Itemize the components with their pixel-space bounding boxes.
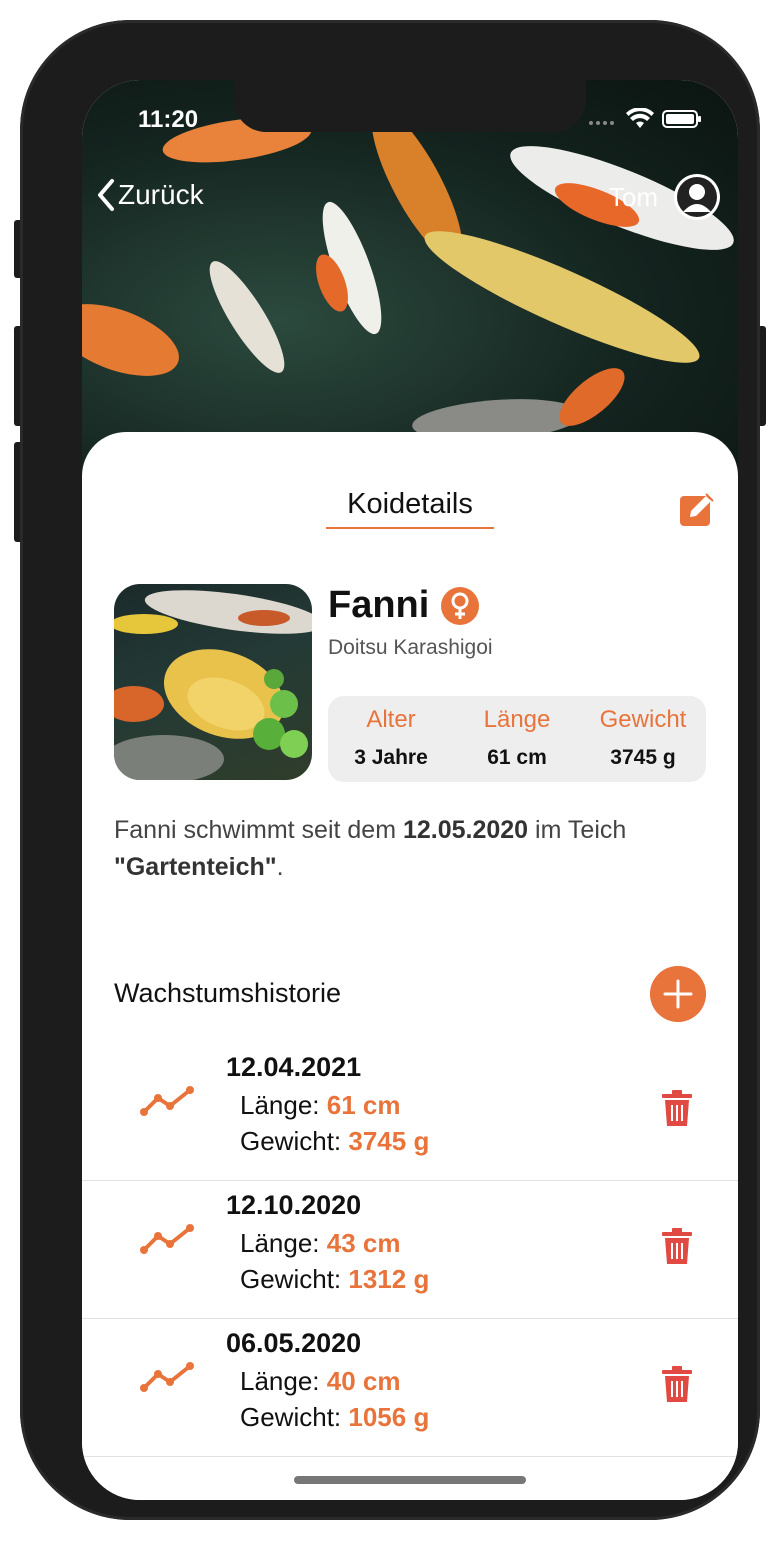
back-label: Zurück <box>118 179 204 210</box>
desc-quote: " <box>114 853 126 881</box>
weight-value: 3745 g <box>348 1126 430 1156</box>
weight-label: Gewicht: <box>240 1126 349 1156</box>
phone-frame: 11:20 Zurück Tom Koidetails Fanni Doitsu… <box>20 20 760 1520</box>
wifi-icon <box>626 108 654 128</box>
stat-value: 3 Jahre <box>354 746 428 769</box>
length-label: Länge: <box>240 1228 327 1258</box>
koi-name: Fanni <box>328 584 430 626</box>
details-card: Koidetails Fanni Doitsu Karashigoi Alter… <box>82 432 738 1500</box>
entry-weight: Gewicht: 1312 g <box>240 1264 429 1295</box>
weight-value: 1312 g <box>348 1264 430 1294</box>
status-time: 11:20 <box>138 106 199 133</box>
desc-date: 12.05.2020 <box>402 816 529 844</box>
add-entry-button[interactable] <box>650 966 706 1022</box>
length-label: Länge: <box>240 1090 327 1120</box>
stat-label: Alter <box>366 706 416 733</box>
trash-icon[interactable] <box>658 1364 696 1404</box>
history-entry[interactable]: 12.04.2021 Länge: 61 cm Gewicht: 3745 g <box>82 1042 738 1181</box>
entry-length: Länge: 43 cm <box>240 1228 400 1259</box>
weight-label: Gewicht: <box>240 1264 349 1294</box>
trash-icon[interactable] <box>658 1088 696 1128</box>
stat-value: 3745 g <box>610 746 676 769</box>
entry-date: 12.10.2020 <box>226 1190 362 1220</box>
battery-icon <box>662 110 701 128</box>
weight-value: 1056 g <box>348 1402 430 1432</box>
entry-length: Länge: 61 cm <box>240 1090 400 1121</box>
stat-label: Gewicht <box>599 706 687 733</box>
signal-icon <box>589 121 614 125</box>
koi-description: Fanni schwimmt seit dem 12.05.2020 im Te… <box>114 812 714 886</box>
entry-weight: Gewicht: 3745 g <box>240 1126 429 1157</box>
stat-value: 61 cm <box>487 746 547 769</box>
home-indicator[interactable] <box>294 1476 526 1484</box>
stat-length: Länge 61 cm <box>454 696 580 782</box>
header-koi-photo: 11:20 Zurück Tom <box>82 80 738 480</box>
stat-weight: Gewicht 3745 g <box>580 696 706 782</box>
koi-variety: Doitsu Karashigoi <box>328 636 493 659</box>
trash-icon[interactable] <box>658 1226 696 1266</box>
desc-pond: Gartenteich <box>125 853 265 881</box>
history-title: Wachstumshistorie <box>114 978 342 1008</box>
stat-label: Länge <box>483 706 551 733</box>
length-label: Länge: <box>240 1366 327 1396</box>
history-entry[interactable]: 12.10.2020 Länge: 43 cm Gewicht: 1312 g <box>82 1180 738 1319</box>
koi-photo <box>114 584 312 780</box>
user-profile-button[interactable]: Tom <box>609 172 722 222</box>
length-value: 40 cm <box>326 1366 401 1396</box>
growth-chart-icon <box>140 1224 194 1254</box>
page-title: Koidetails <box>326 488 494 529</box>
history-entry[interactable]: 06.05.2020 Länge: 40 cm Gewicht: 1056 g <box>82 1318 738 1457</box>
back-button[interactable]: Zurück <box>96 178 204 212</box>
desc-text: Fanni schwimmt seit dem <box>114 816 403 844</box>
stat-age: Alter 3 Jahre <box>328 696 454 782</box>
growth-chart-icon <box>140 1086 194 1116</box>
female-icon <box>441 586 480 625</box>
koi-stats: Alter 3 Jahre Länge 61 cm Gewicht 3745 g <box>328 696 706 782</box>
desc-text: . <box>276 853 284 881</box>
entry-length: Länge: 40 cm <box>240 1366 400 1397</box>
user-name: Tom <box>608 181 658 212</box>
koi-name-row: Fanni <box>328 584 480 627</box>
desc-quote: " <box>264 853 277 881</box>
desc-text: im Teich <box>528 816 627 844</box>
entry-date: 12.04.2021 <box>226 1052 362 1082</box>
length-value: 43 cm <box>326 1228 401 1258</box>
status-icons <box>588 108 702 130</box>
growth-chart-icon <box>140 1362 194 1392</box>
edit-icon[interactable] <box>678 490 716 528</box>
notch <box>234 80 586 132</box>
entry-date: 06.05.2020 <box>226 1328 362 1358</box>
weight-label: Gewicht: <box>240 1402 349 1432</box>
chevron-left-icon <box>98 179 114 211</box>
screen: 11:20 Zurück Tom Koidetails Fanni Doitsu… <box>82 80 738 1500</box>
length-value: 61 cm <box>326 1090 401 1120</box>
entry-weight: Gewicht: 1056 g <box>240 1402 429 1433</box>
user-avatar-icon <box>674 174 720 220</box>
